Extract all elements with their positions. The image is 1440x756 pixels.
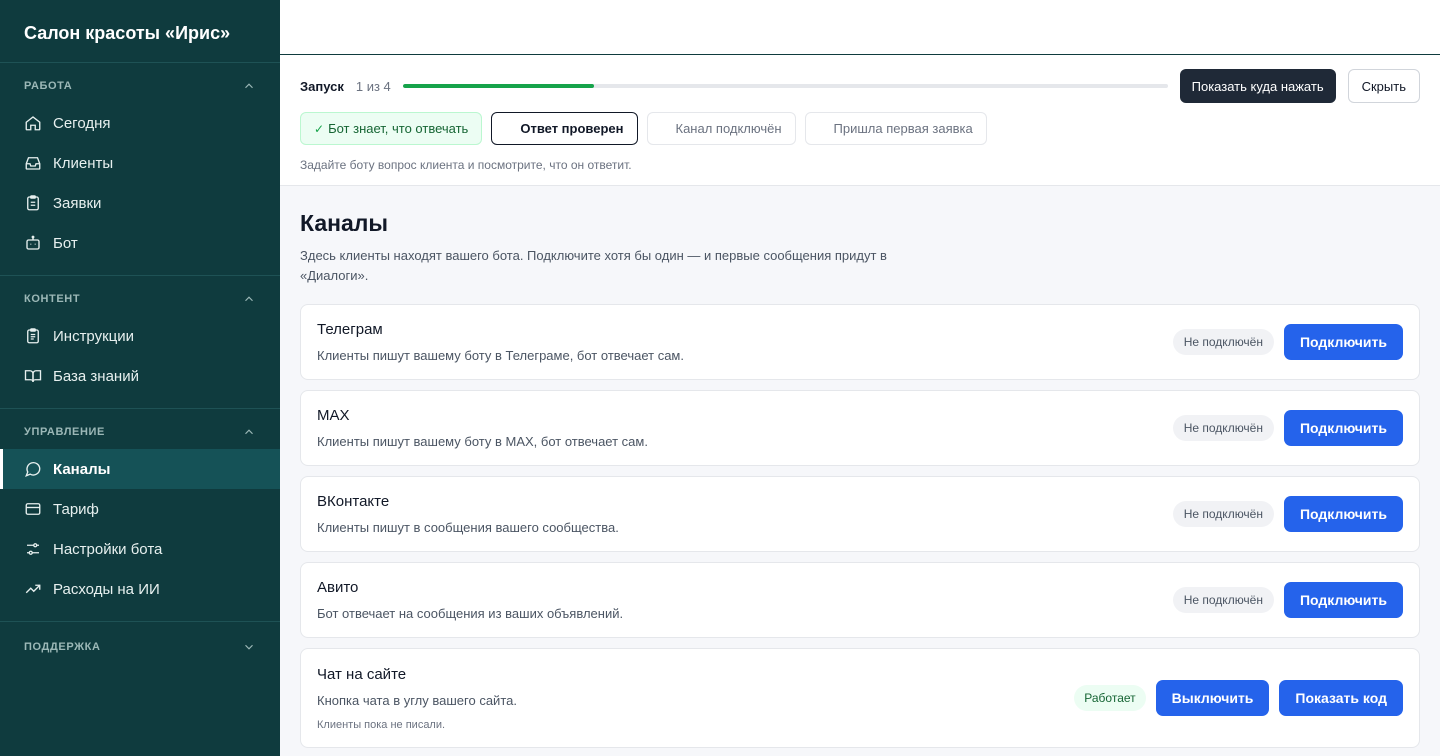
page-description: Здесь клиенты находят вашего бота. Подкл…	[300, 248, 887, 283]
inbox-icon	[24, 154, 42, 172]
message-circle-icon	[24, 460, 42, 478]
sidebar-section-work: РАБОТА Сегодня Клиенты Заявки Бот	[0, 63, 280, 276]
sidebar-item-bot[interactable]: Бот	[0, 223, 280, 263]
sidebar-section-support: ПОДДЕРЖКА	[0, 622, 280, 676]
check-icon: ✓	[314, 121, 325, 136]
step-first-request[interactable]: Пришла первая заявка	[804, 112, 987, 145]
channel-name: MAX	[317, 407, 350, 424]
home-icon	[24, 114, 42, 132]
step-label: Пришла первая заявка	[833, 121, 973, 136]
chevron-up-icon	[245, 83, 253, 89]
onboarding-progress-bar	[402, 84, 1168, 88]
chevron-up-icon	[245, 429, 253, 435]
section-title: УПРАВЛЕНИЕ	[24, 426, 105, 438]
step-label: Канал подключён	[675, 121, 782, 136]
status-badge: Не подключён	[1172, 329, 1274, 355]
sidebar-item-ai-costs[interactable]: Расходы на ИИ	[0, 569, 280, 609]
onboarding-title: Запуск	[300, 78, 344, 94]
status-badge: Работает	[1074, 685, 1146, 711]
main-area: Запуск 1 из 4 Показать куда нажать Скрыт…	[280, 0, 1440, 756]
sidebar-item-label: Каналы	[53, 460, 111, 478]
channels-page: Каналы Здесь клиенты находят вашего бота…	[280, 186, 1440, 748]
sidebar-item-label: Сегодня	[53, 114, 111, 132]
section-header-work[interactable]: РАБОТА	[0, 77, 280, 95]
connect-telegram-button[interactable]: Подключить	[1283, 324, 1403, 360]
channel-list: Телеграм Клиенты пишут вашему боту в Тел…	[300, 304, 1420, 748]
onboarding-panel: Запуск 1 из 4 Показать куда нажать Скрыт…	[280, 55, 1440, 186]
channel-card-avito: Авито Бот отвечает на сообщения из ваших…	[300, 562, 1420, 638]
step-label: Бот знает, что отвечать	[328, 121, 469, 136]
book-open-icon	[24, 367, 42, 385]
channel-description: Клиенты пишут вашему боту в MAX, бот отв…	[317, 434, 648, 449]
sidebar-item-label: Заявки	[53, 194, 102, 212]
sidebar-item-label: Расходы на ИИ	[53, 580, 160, 598]
brand-title: Салон красоты «Ирис»	[0, 0, 280, 63]
sidebar: Салон красоты «Ирис» РАБОТА Сегодня Клие…	[0, 0, 280, 756]
sidebar-item-instructions[interactable]: Инструкции	[0, 316, 280, 356]
section-header-support[interactable]: ПОДДЕРЖКА	[0, 638, 280, 656]
sidebar-item-label: База знаний	[53, 367, 139, 385]
channel-description: Клиенты пишут вашему боту в Телеграме, б…	[317, 348, 684, 363]
onboarding-hint: Задайте боту вопрос клиента и посмотрите…	[300, 158, 632, 172]
connect-avito-button[interactable]: Подключить	[1283, 582, 1403, 618]
trending-up-icon	[24, 580, 42, 598]
progress-fill	[402, 84, 594, 88]
show-code-button[interactable]: Показать код	[1279, 680, 1403, 716]
connect-vkontakte-button[interactable]: Подключить	[1283, 496, 1403, 532]
channel-name: Чат на сайте	[317, 665, 407, 683]
credit-card-icon	[24, 500, 42, 518]
sidebar-section-management: УПРАВЛЕНИЕ Каналы Тариф Настройки бота Р…	[0, 409, 280, 622]
channel-description: Клиенты пишут в сообщения вашего сообщес…	[317, 520, 619, 535]
step-label: Ответ проверен	[520, 121, 624, 136]
section-title: РАБОТА	[24, 80, 73, 92]
section-header-management[interactable]: УПРАВЛЕНИЕ	[0, 423, 280, 441]
section-header-content[interactable]: КОНТЕНТ	[0, 290, 280, 308]
status-badge: Не подключён	[1172, 501, 1274, 527]
channel-card-site-chat: Чат на сайте Кнопка чата в углу вашего с…	[300, 648, 1420, 748]
top-bar	[280, 0, 1440, 55]
sidebar-item-channels[interactable]: Каналы	[0, 449, 280, 489]
sidebar-item-label: Инструкции	[53, 327, 135, 345]
chevron-up-icon	[245, 296, 253, 302]
hide-button[interactable]: Скрыть	[1347, 69, 1420, 103]
sidebar-item-knowledge-base[interactable]: База знаний	[0, 356, 280, 396]
section-title: КОНТЕНТ	[24, 293, 81, 305]
status-badge: Не подключён	[1172, 415, 1274, 441]
chevron-down-icon	[245, 644, 253, 650]
sidebar-section-content: КОНТЕНТ Инструкции База знаний	[0, 276, 280, 409]
sidebar-item-label: Тариф	[53, 500, 99, 518]
page-title: Каналы	[300, 210, 389, 236]
channel-name: ВКонтакте	[317, 493, 390, 510]
sidebar-item-label: Бот	[53, 234, 78, 252]
channel-description: Кнопка чата в углу вашего сайта.	[317, 692, 517, 708]
step-channel-connected[interactable]: Канал подключён	[646, 112, 796, 145]
sidebar-item-label: Клиенты	[53, 154, 114, 172]
sidebar-item-requests[interactable]: Заявки	[0, 183, 280, 223]
channel-card-vkontakte: ВКонтакте Клиенты пишут в сообщения ваше…	[300, 476, 1420, 552]
sidebar-item-today[interactable]: Сегодня	[0, 103, 280, 143]
connect-max-button[interactable]: Подключить	[1283, 410, 1403, 446]
channel-name: Телеграм	[317, 321, 383, 338]
sliders-icon	[24, 540, 42, 558]
channel-description: Бот отвечает на сообщения из ваших объяв…	[317, 606, 624, 621]
step-bot-knows[interactable]: ✓ Бот знает, что отвечать	[300, 112, 483, 145]
section-title: ПОДДЕРЖКА	[24, 641, 101, 653]
disable-site-chat-button[interactable]: Выключить	[1155, 680, 1270, 716]
sidebar-item-tariff[interactable]: Тариф	[0, 489, 280, 529]
step-answer-checked[interactable]: Ответ проверен	[491, 112, 638, 145]
bot-icon	[24, 234, 42, 252]
onboarding-step-count: 1 из 4	[355, 78, 391, 94]
status-badge: Не подключён	[1172, 587, 1274, 613]
sidebar-item-bot-settings[interactable]: Настройки бота	[0, 529, 280, 569]
sidebar-item-clients[interactable]: Клиенты	[0, 143, 280, 183]
channel-note: Клиенты пока не писали.	[317, 718, 446, 731]
onboarding-steps: ✓ Бот знает, что отвечать Ответ проверен…	[300, 112, 1420, 145]
show-where-to-click-button[interactable]: Показать куда нажать	[1179, 69, 1336, 103]
clipboard-list-icon	[24, 327, 42, 345]
channel-card-telegram: Телеграм Клиенты пишут вашему боту в Тел…	[300, 304, 1420, 380]
channel-card-max: MAX Клиенты пишут вашему боту в MAX, бот…	[300, 390, 1420, 466]
sidebar-item-label: Настройки бота	[53, 540, 163, 558]
clipboard-icon	[24, 194, 42, 212]
channel-name: Авито	[317, 579, 359, 596]
